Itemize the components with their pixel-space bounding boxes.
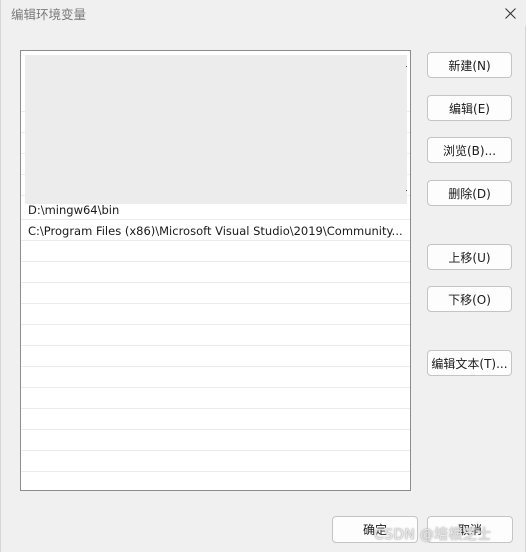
row-divider bbox=[21, 195, 410, 196]
close-icon bbox=[504, 7, 516, 19]
row-divider bbox=[21, 261, 410, 262]
selected-rows-highlight bbox=[25, 55, 407, 204]
close-button[interactable] bbox=[499, 2, 521, 24]
row-divider bbox=[21, 303, 410, 304]
move-up-button[interactable]: 上移(U) bbox=[427, 244, 512, 270]
row-divider bbox=[21, 450, 410, 451]
edit-button[interactable]: 编辑(E) bbox=[427, 95, 512, 121]
row-divider bbox=[21, 429, 410, 430]
list-item[interactable]: C:\Program Files (x86)\Microsoft Visual … bbox=[28, 221, 408, 241]
row-divider bbox=[21, 408, 410, 409]
row-divider bbox=[21, 153, 410, 154]
window-title: 编辑环境变量 bbox=[11, 7, 87, 22]
delete-button[interactable]: 删除(D) bbox=[427, 180, 512, 206]
row-divider bbox=[21, 366, 410, 367]
browse-button[interactable]: 浏览(B)... bbox=[427, 137, 512, 163]
row-divider bbox=[21, 471, 410, 472]
row-divider bbox=[21, 387, 410, 388]
new-button[interactable]: 新建(N) bbox=[427, 52, 512, 78]
title-bar: 编辑环境变量 bbox=[1, 0, 526, 26]
row-divider bbox=[21, 174, 410, 175]
move-down-button[interactable]: 下移(O) bbox=[427, 286, 512, 312]
edit-env-variable-dialog: 编辑环境变量 D:\mingw64\bin C:\Program Files (… bbox=[0, 0, 526, 552]
row-divider bbox=[21, 111, 410, 112]
scroll-marker bbox=[406, 66, 407, 67]
watermark: CSDN @培根芝士 bbox=[374, 527, 492, 543]
row-divider bbox=[21, 282, 410, 283]
row-divider bbox=[21, 132, 410, 133]
row-divider bbox=[21, 345, 410, 346]
path-list[interactable]: D:\mingw64\bin C:\Program Files (x86)\Mi… bbox=[20, 50, 411, 491]
row-divider bbox=[21, 324, 410, 325]
list-item[interactable]: D:\mingw64\bin bbox=[28, 200, 408, 220]
scroll-marker bbox=[406, 190, 407, 191]
edit-text-button[interactable]: 编辑文本(T)... bbox=[427, 350, 512, 376]
